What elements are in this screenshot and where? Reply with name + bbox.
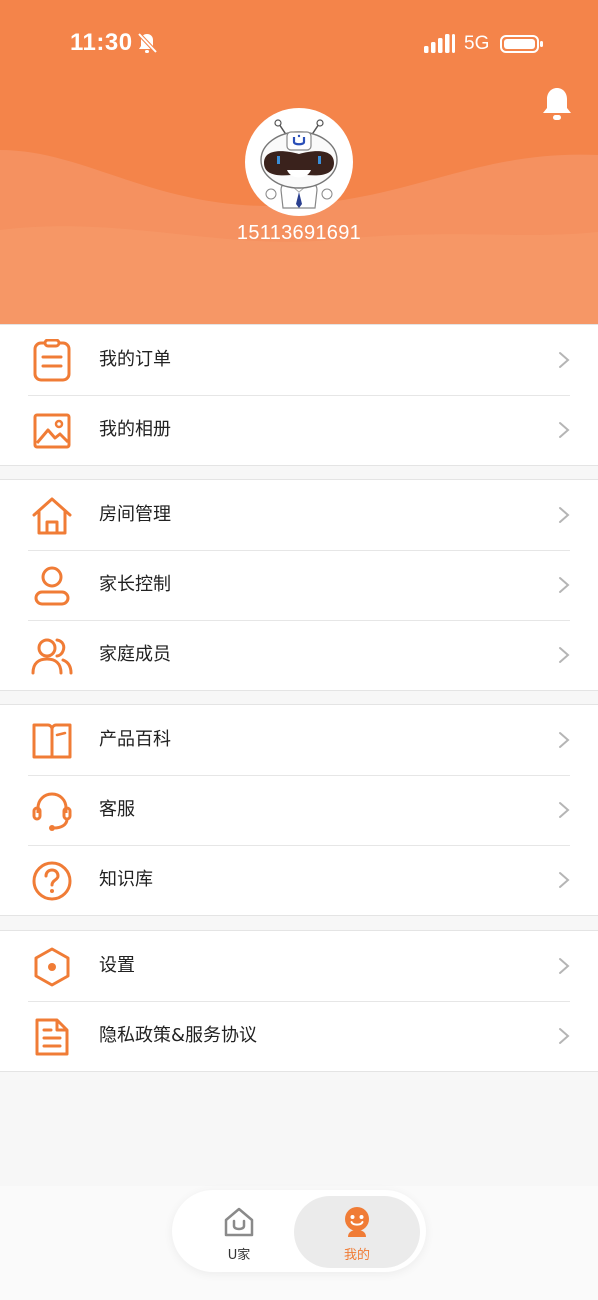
- book-icon: [32, 723, 72, 759]
- menu-item-family-members[interactable]: 家庭成员: [0, 620, 598, 690]
- question-icon: [32, 861, 72, 901]
- menu-group-orders: 我的订单 我的相册: [0, 324, 598, 466]
- menu-item-label: 家长控制: [99, 574, 171, 595]
- menu-item-my-orders[interactable]: 我的订单: [0, 325, 598, 395]
- photo-album-icon: [33, 413, 71, 449]
- tab-bar: U家 我的: [172, 1190, 426, 1272]
- profile-header: 11:30 5G 15113691691: [0, 0, 598, 324]
- menu-item-label: 房间管理: [99, 504, 171, 525]
- tab-home-label: U家: [227, 1248, 251, 1263]
- chevron-right-icon: [559, 958, 570, 974]
- chevron-right-icon: [559, 352, 570, 368]
- menu-item-label: 家庭成员: [99, 644, 171, 665]
- mute-bell-icon: [137, 32, 158, 54]
- menu-item-label: 知识库: [99, 869, 153, 890]
- tab-bar-container: U家 我的: [0, 1186, 598, 1300]
- family-members-icon: [31, 638, 73, 675]
- order-icon: [33, 339, 71, 382]
- person-icon: [34, 566, 70, 606]
- user-phone-number: 15113691691: [236, 222, 362, 244]
- chevron-right-icon: [559, 507, 570, 523]
- headset-icon: [32, 792, 72, 831]
- chevron-right-icon: [559, 577, 570, 593]
- chevron-right-icon: [559, 732, 570, 748]
- settings-hexagon-icon: [34, 947, 70, 987]
- battery-icon: [500, 35, 543, 53]
- menu-item-my-album[interactable]: 我的相册: [0, 395, 598, 465]
- status-time: 11:30: [70, 29, 133, 56]
- menu-group-help: 产品百科 客服 知识库: [0, 704, 598, 916]
- chevron-right-icon: [559, 872, 570, 888]
- menu-item-knowledge-base[interactable]: 知识库: [0, 845, 598, 915]
- avatar[interactable]: [245, 108, 353, 216]
- menu-group-settings: 设置 隐私政策&服务协议: [0, 930, 598, 1072]
- menu-item-label: 我的相册: [99, 419, 171, 440]
- document-icon: [35, 1018, 69, 1056]
- menu-item-product-encyclopedia[interactable]: 产品百科: [0, 705, 598, 775]
- menu-item-settings[interactable]: 设置: [0, 931, 598, 1001]
- tab-mine[interactable]: 我的: [294, 1196, 420, 1268]
- network-type: 5G: [464, 33, 490, 54]
- tab-mine-label: 我的: [343, 1248, 370, 1263]
- chevron-right-icon: [559, 1028, 570, 1044]
- home-u-icon: [224, 1207, 254, 1237]
- menu-item-label: 设置: [99, 955, 135, 976]
- menu-item-label: 产品百科: [99, 729, 171, 750]
- cellular-signal-icon: [424, 34, 455, 53]
- tab-home[interactable]: U家: [176, 1196, 302, 1268]
- chevron-right-icon: [559, 422, 570, 438]
- menu-group-family: 房间管理 家长控制 家庭成员: [0, 479, 598, 691]
- chevron-right-icon: [559, 802, 570, 818]
- mine-smiley-icon: [345, 1207, 369, 1237]
- house-icon: [32, 497, 72, 535]
- menu-item-label: 隐私政策&服务协议: [99, 1025, 258, 1046]
- notification-bell-icon[interactable]: [540, 86, 574, 122]
- menu-item-parental-control[interactable]: 家长控制: [0, 550, 598, 620]
- menu-item-label: 我的订单: [99, 349, 171, 370]
- menu-item-customer-service[interactable]: 客服: [0, 775, 598, 845]
- menu-item-label: 客服: [99, 799, 135, 820]
- chevron-right-icon: [559, 647, 570, 663]
- menu-item-room-management[interactable]: 房间管理: [0, 480, 598, 550]
- robot-mascot-icon: [260, 119, 338, 209]
- menu-item-privacy-policy[interactable]: 隐私政策&服务协议: [0, 1001, 598, 1071]
- status-bar: 11:30 5G: [0, 0, 598, 90]
